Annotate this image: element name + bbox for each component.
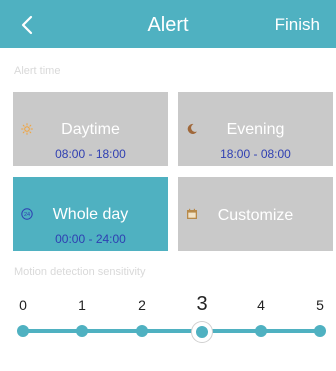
- level-0-stop[interactable]: [17, 325, 29, 337]
- level-2-stop[interactable]: [136, 325, 148, 337]
- customize-label: Customize: [217, 207, 294, 224]
- level-3-label: 3: [196, 293, 208, 315]
- level-5-label: 5: [316, 297, 324, 313]
- back-button[interactable]: [10, 8, 44, 42]
- app-header: Alert Finish: [0, 0, 336, 48]
- alert-time-label: Alert time: [14, 65, 61, 77]
- evening-range: 18:00 - 08:00: [220, 147, 291, 161]
- daytime-range: 08:00 - 18:00: [55, 147, 126, 161]
- chevron-left-icon: [21, 15, 33, 35]
- finish-button[interactable]: Finish: [275, 15, 320, 35]
- daytime-option[interactable]: Daytime 08:00 - 18:00: [13, 92, 168, 166]
- slider-thumb[interactable]: [192, 322, 212, 342]
- level-4-label: 4: [257, 297, 265, 313]
- evening-option[interactable]: Evening 18:00 - 08:00: [178, 92, 333, 166]
- whole-day-label: Whole day: [52, 206, 129, 223]
- level-4-stop[interactable]: [255, 325, 267, 337]
- slider-track[interactable]: [23, 329, 320, 333]
- evening-label: Evening: [226, 121, 285, 138]
- level-0-label: 0: [19, 297, 27, 313]
- whole-day-range: 00:00 - 24:00: [55, 232, 126, 246]
- level-2-label: 2: [138, 297, 146, 313]
- customize-option[interactable]: Customize: [178, 177, 333, 251]
- daytime-label: Daytime: [61, 121, 120, 138]
- level-1-stop[interactable]: [76, 325, 88, 337]
- level-5-stop[interactable]: [314, 325, 326, 337]
- level-1-label: 1: [78, 297, 86, 313]
- whole-day-option[interactable]: 24 Whole day 00:00 - 24:00: [13, 177, 168, 251]
- motion-sensitivity-label: Motion detection sensitivity: [14, 266, 146, 278]
